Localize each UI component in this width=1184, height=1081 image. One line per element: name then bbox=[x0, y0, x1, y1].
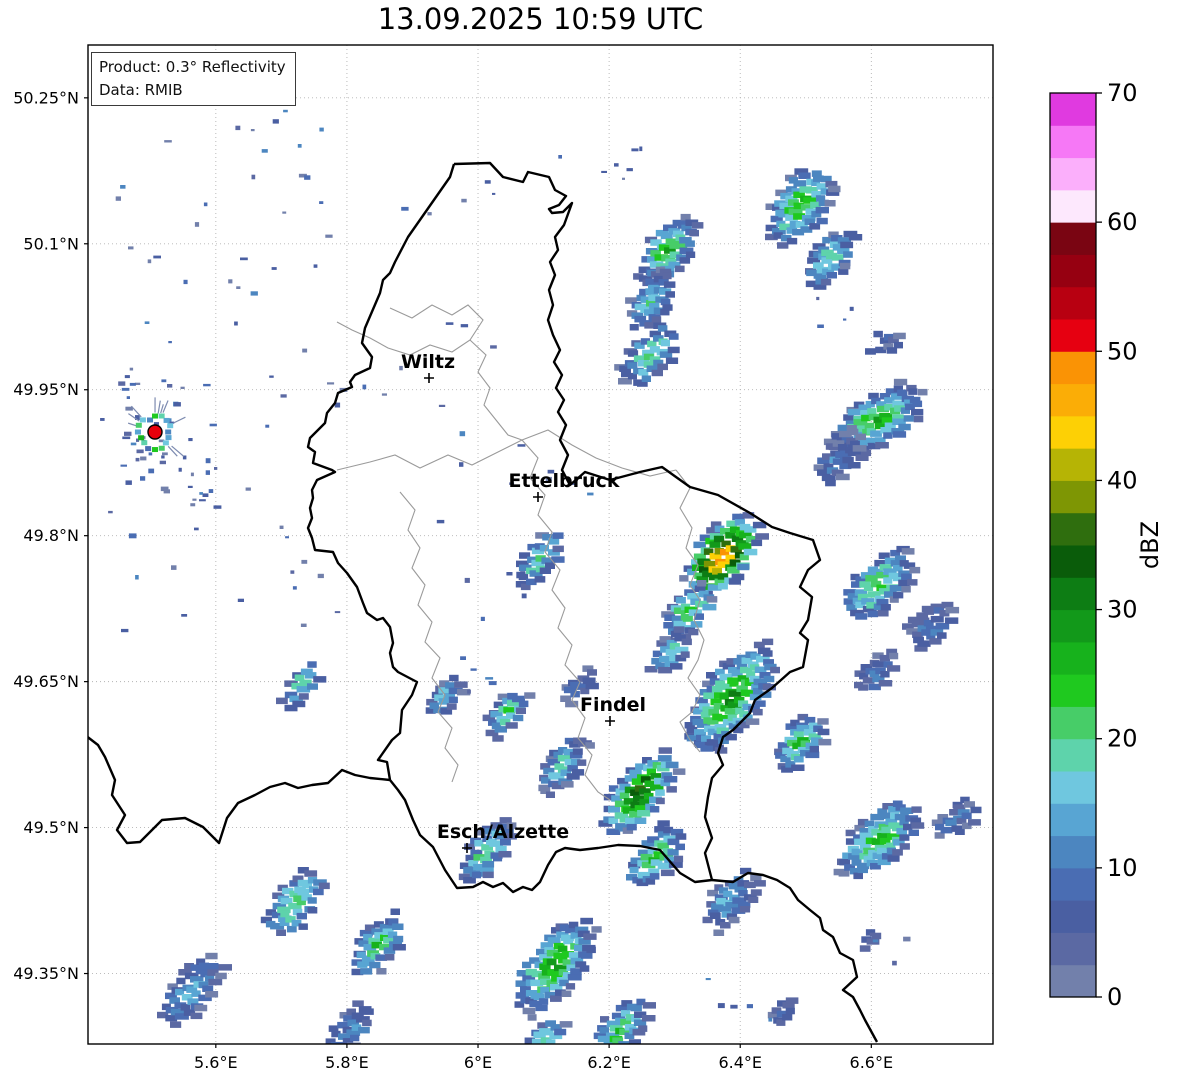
city-marker-icon bbox=[605, 716, 615, 726]
product-line: Product: 0.3° Reflectivity bbox=[99, 58, 286, 76]
colorbar-tick-label: 30 bbox=[1107, 596, 1138, 624]
lat-tick-label: 49.35°N bbox=[13, 964, 79, 983]
city-label: Ettelbruck bbox=[509, 470, 620, 492]
belgium-france-border bbox=[88, 735, 391, 845]
map-plot: WiltzEttelbruckFindelEsch/Alzette50.25°N… bbox=[13, 44, 1164, 1072]
colorbar-tick-label: 10 bbox=[1107, 854, 1138, 882]
radar-site-marker bbox=[147, 424, 163, 440]
lat-tick-label: 49.8°N bbox=[23, 526, 79, 545]
colorbar-axis-label: dBZ bbox=[1136, 521, 1164, 569]
city-label: Findel bbox=[580, 694, 646, 716]
lon-tick-label: 6.2°E bbox=[587, 1053, 631, 1072]
colorbar-tick-label: 70 bbox=[1107, 79, 1138, 107]
canton-border bbox=[521, 439, 611, 801]
lat-tick-label: 50.25°N bbox=[13, 88, 79, 107]
lat-tick-label: 49.5°N bbox=[23, 818, 79, 837]
city-marker-icon bbox=[424, 373, 434, 383]
data-source-line: Data: RMIB bbox=[99, 80, 183, 99]
map-content: Wiltz Ettelbruck Findel Esch/Alzette bbox=[88, 45, 993, 1044]
product-info-box: Product: 0.3° Reflectivity Data: RMIB bbox=[91, 52, 296, 106]
colorbar: 0 10 20 30 40 50 60 70 dBZ bbox=[1049, 79, 1164, 1011]
canton-border bbox=[336, 429, 677, 477]
lat-tick-label: 49.95°N bbox=[13, 380, 79, 399]
city-label: Wiltz bbox=[401, 351, 455, 373]
radar-echoes bbox=[100, 109, 982, 1044]
lon-tick-label: 6.4°E bbox=[718, 1053, 762, 1072]
colorbar-tick-label: 20 bbox=[1107, 725, 1138, 753]
colorbar-tick-label: 50 bbox=[1107, 337, 1138, 365]
lon-tick-label: 6°E bbox=[464, 1053, 492, 1072]
colorbar-tick-label: 0 bbox=[1107, 983, 1122, 1011]
colorbar-tick-label: 40 bbox=[1107, 466, 1138, 494]
canton-border bbox=[336, 304, 484, 356]
city-findel: Findel bbox=[580, 694, 646, 726]
colorbar-tick-label: 60 bbox=[1107, 208, 1138, 236]
lat-tick-label: 50.1°N bbox=[23, 234, 79, 253]
city-label: Esch/Alzette bbox=[437, 821, 569, 843]
city-marker-icon bbox=[533, 492, 543, 502]
lon-tick-label: 5.6°E bbox=[194, 1053, 238, 1072]
city-wiltz: Wiltz bbox=[401, 351, 455, 383]
lat-tick-label: 49.65°N bbox=[13, 672, 79, 691]
lon-tick-label: 5.8°E bbox=[325, 1053, 369, 1072]
radar-figure: 13.09.2025 10:59 UTC Wiltz Ettelbruck Find… bbox=[0, 0, 1184, 1081]
city-ettelbruck: Ettelbruck bbox=[509, 470, 620, 502]
axes: 50.25°N 50.1°N 49.95°N 49.8°N 49.65°N 49.5°N 4… bbox=[13, 88, 893, 1072]
lon-tick-label: 6.6°E bbox=[850, 1053, 894, 1072]
